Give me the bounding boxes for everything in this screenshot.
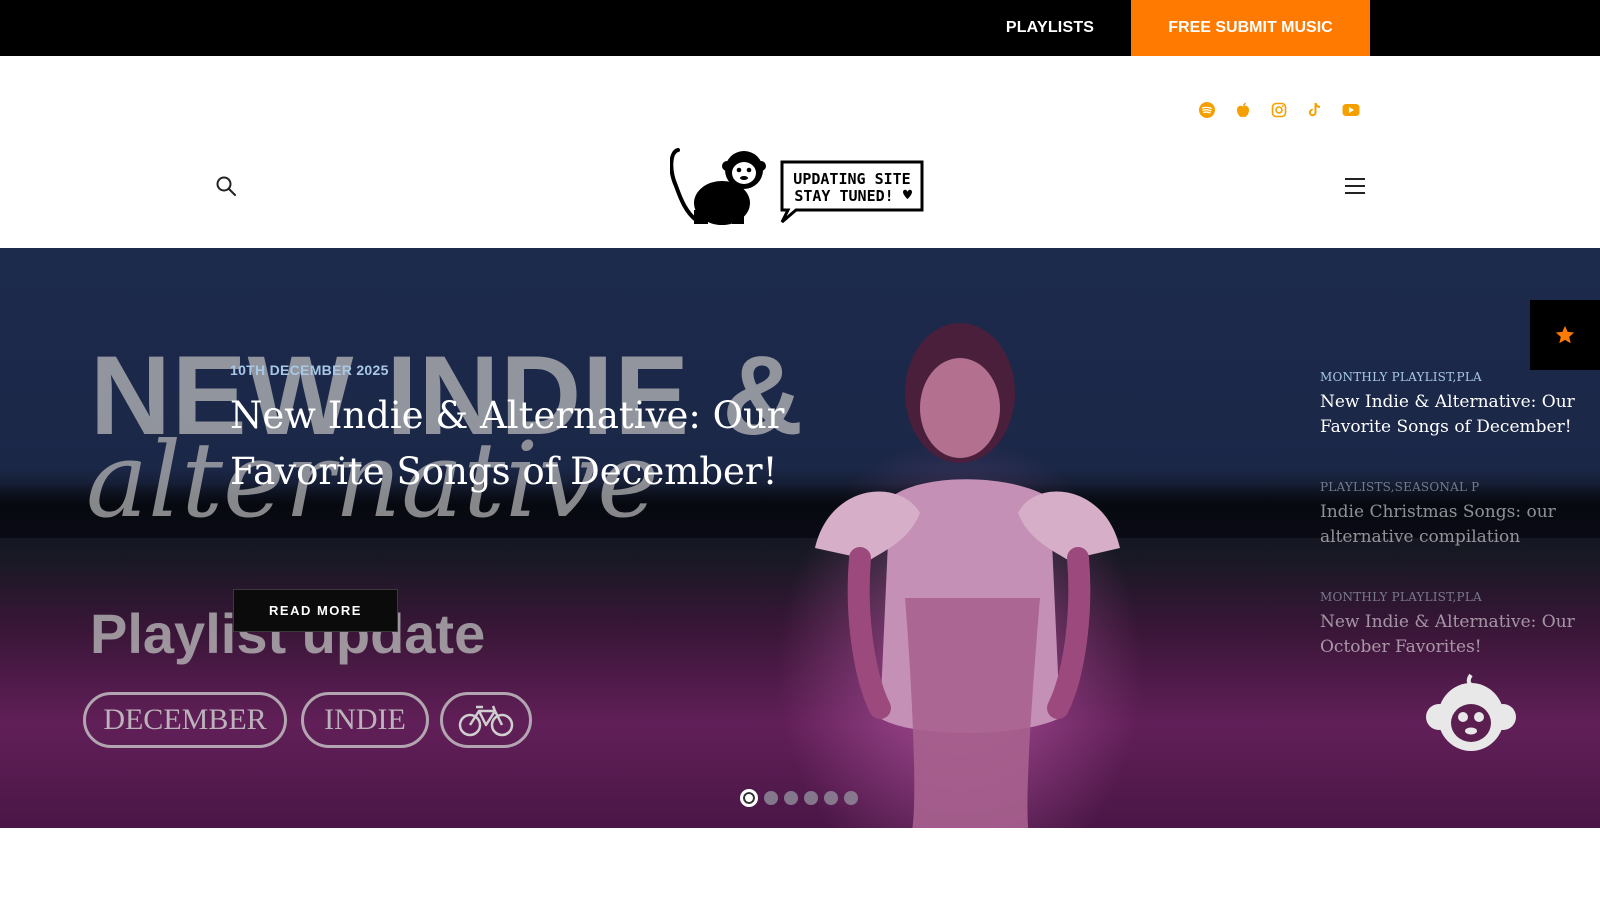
monkey-logo-icon: UPDATING SITE STAY TUNED! [669,148,924,225]
monkey-mascot-icon [1426,673,1516,751]
slider-dot[interactable] [824,791,838,805]
search-icon[interactable] [214,174,240,200]
slide-title[interactable]: New Indie & Alternative: Our Favorite So… [230,388,790,500]
hero-photo-figure [815,323,1120,828]
side-item-category: PLAYLISTS,SEASONAL P [1320,480,1480,494]
slider-dot[interactable] [740,789,758,807]
side-item-title: New Indie & Alternative: Our October Fav… [1320,612,1575,657]
side-item-title: Indie Christmas Songs: our alternative c… [1320,502,1556,547]
favorites-star-icon[interactable] [1530,300,1600,370]
bicycle-icon [440,692,532,748]
slider-dot[interactable] [804,791,818,805]
instagram-icon[interactable] [1268,99,1290,121]
hamburger-menu-icon[interactable] [1343,176,1367,196]
nav-link-playlists[interactable]: PLAYLISTS [990,0,1110,56]
side-list-item[interactable]: PLAYLISTS,SEASONAL P Indie Christmas Son… [1320,480,1580,550]
slide-date: 10TH DECEMBER 2025 [230,362,389,378]
slider-dot[interactable] [764,791,778,805]
apple-icon[interactable] [1232,99,1254,121]
side-item-category: MONTHLY PLAYLIST,PLA [1320,590,1482,604]
read-more-button[interactable]: READ MORE [233,589,398,632]
side-list-item[interactable]: MONTHLY PLAYLIST,PLA New Indie & Alterna… [1320,590,1580,660]
free-submit-music-button[interactable]: FREE SUBMIT MUSIC [1131,0,1370,56]
hero-graphic-pill-month: DECEMBER [83,692,287,748]
spotify-icon[interactable] [1196,99,1218,121]
top-navigation-bar: PLAYLISTS FREE SUBMIT MUSIC [0,0,1600,56]
youtube-icon[interactable] [1340,99,1362,121]
slider-pagination [740,789,858,807]
site-header: UPDATING SITE STAY TUNED! [0,56,1600,248]
slider-dot[interactable] [784,791,798,805]
side-list-item[interactable]: MONTHLY PLAYLIST,PLA New Indie & Alterna… [1320,370,1580,440]
site-logo[interactable]: UPDATING SITE STAY TUNED! [669,148,926,228]
side-item-title: New Indie & Alternative: Our Favorite So… [1320,392,1575,437]
hero-graphic-pill-genre: INDIE [301,692,429,748]
slider-dot[interactable] [844,791,858,805]
logo-bubble-line1: UPDATING SITE [793,170,910,188]
logo-bubble-line2: STAY TUNED! [794,187,893,205]
tiktok-icon[interactable] [1304,99,1326,121]
side-item-category: MONTHLY PLAYLIST,PLA [1320,370,1482,384]
social-links [1196,99,1362,121]
hero-slider: NEW INDIE & alternative Playlist update … [0,248,1600,828]
